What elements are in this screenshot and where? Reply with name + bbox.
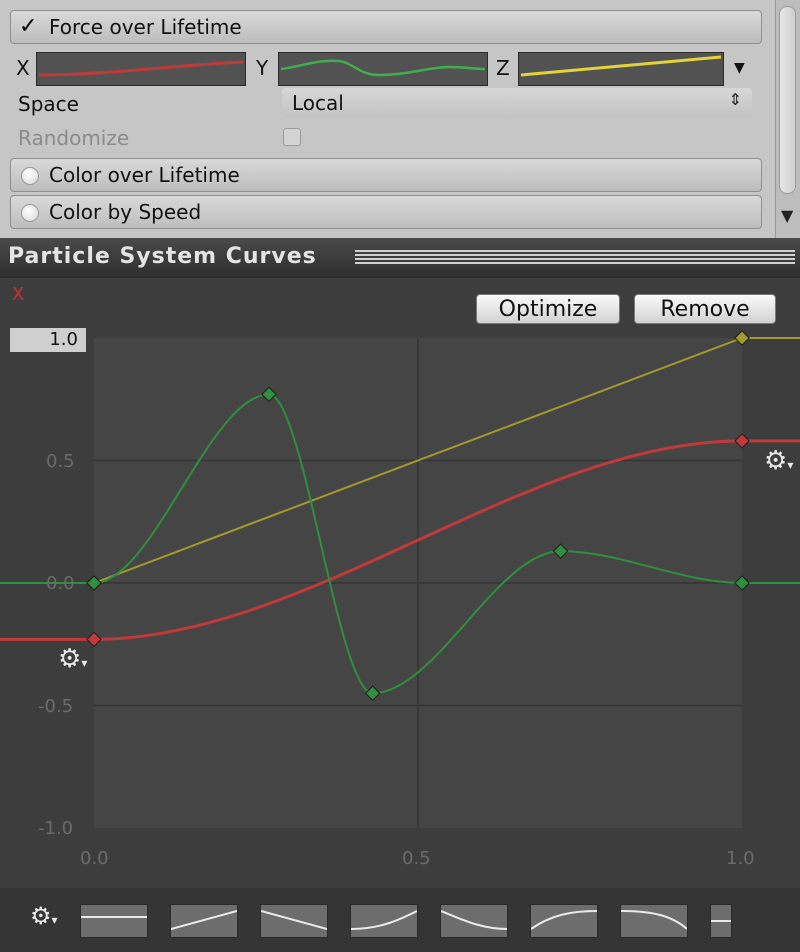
space-dropdown[interactable]: Local ⇕ — [282, 88, 752, 118]
preset-graphic — [711, 920, 731, 922]
x-curve-preview[interactable] — [36, 52, 246, 86]
randomize-checkbox[interactable] — [283, 128, 301, 146]
preset-constant[interactable] — [80, 904, 148, 938]
remove-button[interactable]: Remove — [634, 294, 776, 324]
y-axis-label: Y — [256, 56, 269, 80]
x-tick-label: 1.0 — [726, 848, 755, 869]
force-over-lifetime-header[interactable]: ✓ Force over Lifetime — [10, 10, 762, 44]
module-title: Color by Speed — [49, 200, 202, 224]
x-tick-label: 0.5 — [402, 848, 431, 869]
x-tick-label: 0.0 — [80, 848, 109, 869]
checkmark-icon[interactable]: ✓ — [19, 14, 37, 39]
preset-graphic — [440, 910, 508, 930]
z-axis-label: Z — [496, 56, 510, 80]
inspector-scrollbar[interactable]: ▼ — [775, 0, 800, 238]
z-curve-preview-graphic — [520, 55, 722, 77]
x-curve-preview-graphic — [38, 60, 244, 77]
y-tick-label: -0.5 — [38, 696, 74, 717]
z-curve-preview[interactable] — [518, 52, 724, 86]
space-label: Space — [18, 92, 79, 116]
dropdown-updown-icon: ⇕ — [728, 90, 742, 109]
y-tick-label: 0.0 — [46, 573, 75, 594]
max-value-field[interactable]: 1.0 — [10, 328, 86, 352]
presets-gear-icon[interactable]: ⚙▾ — [30, 902, 58, 930]
preset-ease-in-out-down[interactable] — [620, 904, 688, 938]
preset-partial[interactable] — [710, 904, 732, 938]
module-toggle-icon[interactable] — [21, 167, 39, 185]
curve-options-arrow-icon[interactable]: ▼ — [734, 60, 745, 76]
preset-graphic — [350, 910, 418, 930]
preset-ease-out[interactable] — [440, 904, 508, 938]
preset-ease-in-out-up[interactable] — [530, 904, 598, 938]
randomize-label: Randomize — [18, 126, 130, 150]
curve-editor-canvas[interactable] — [0, 278, 800, 888]
module-title: Color over Lifetime — [49, 163, 240, 187]
inspector-panel: ✓ Force over Lifetime X Y Z ▼ Space Loca… — [0, 0, 800, 238]
y-curve-preview-graphic — [280, 59, 486, 77]
curves-panel-header[interactable]: Particle System Curves — [0, 238, 800, 278]
optimize-button[interactable]: Optimize — [476, 294, 620, 324]
curve-editor[interactable]: X Optimize Remove 1.0 0.5 0.0 -0.5 -1.0 … — [0, 278, 800, 888]
preset-ease-in[interactable] — [350, 904, 418, 938]
scroll-thumb[interactable] — [779, 6, 796, 194]
pre-wrap-gear-icon[interactable]: ⚙▾ — [58, 644, 87, 674]
scroll-down-arrow-icon[interactable]: ▼ — [781, 206, 793, 225]
y-tick-label: -1.0 — [38, 818, 74, 839]
preset-graphic — [620, 910, 688, 930]
preset-graphic — [530, 910, 598, 930]
curve-presets-bar: ⚙▾ — [0, 888, 800, 952]
module-title: Force over Lifetime — [49, 15, 242, 39]
space-dropdown-value: Local — [292, 91, 344, 115]
drag-grip[interactable] — [355, 250, 795, 264]
color-over-lifetime-header[interactable]: Color over Lifetime — [10, 158, 762, 192]
y-tick-label: 0.5 — [46, 451, 75, 472]
x-axis-label: X — [16, 56, 30, 80]
y-curve-preview[interactable] — [278, 52, 488, 86]
preset-linear-up[interactable] — [170, 904, 238, 938]
preset-linear-down[interactable] — [260, 904, 328, 938]
preset-graphic — [170, 910, 238, 930]
module-toggle-icon[interactable] — [21, 204, 39, 222]
preset-graphic — [260, 910, 328, 930]
color-by-speed-header[interactable]: Color by Speed — [10, 195, 762, 229]
preset-graphic — [81, 916, 147, 918]
curve-axis-label: X — [12, 284, 25, 305]
post-wrap-gear-icon[interactable]: ⚙▾ — [764, 446, 793, 476]
curves-panel-title: Particle System Curves — [8, 244, 317, 269]
